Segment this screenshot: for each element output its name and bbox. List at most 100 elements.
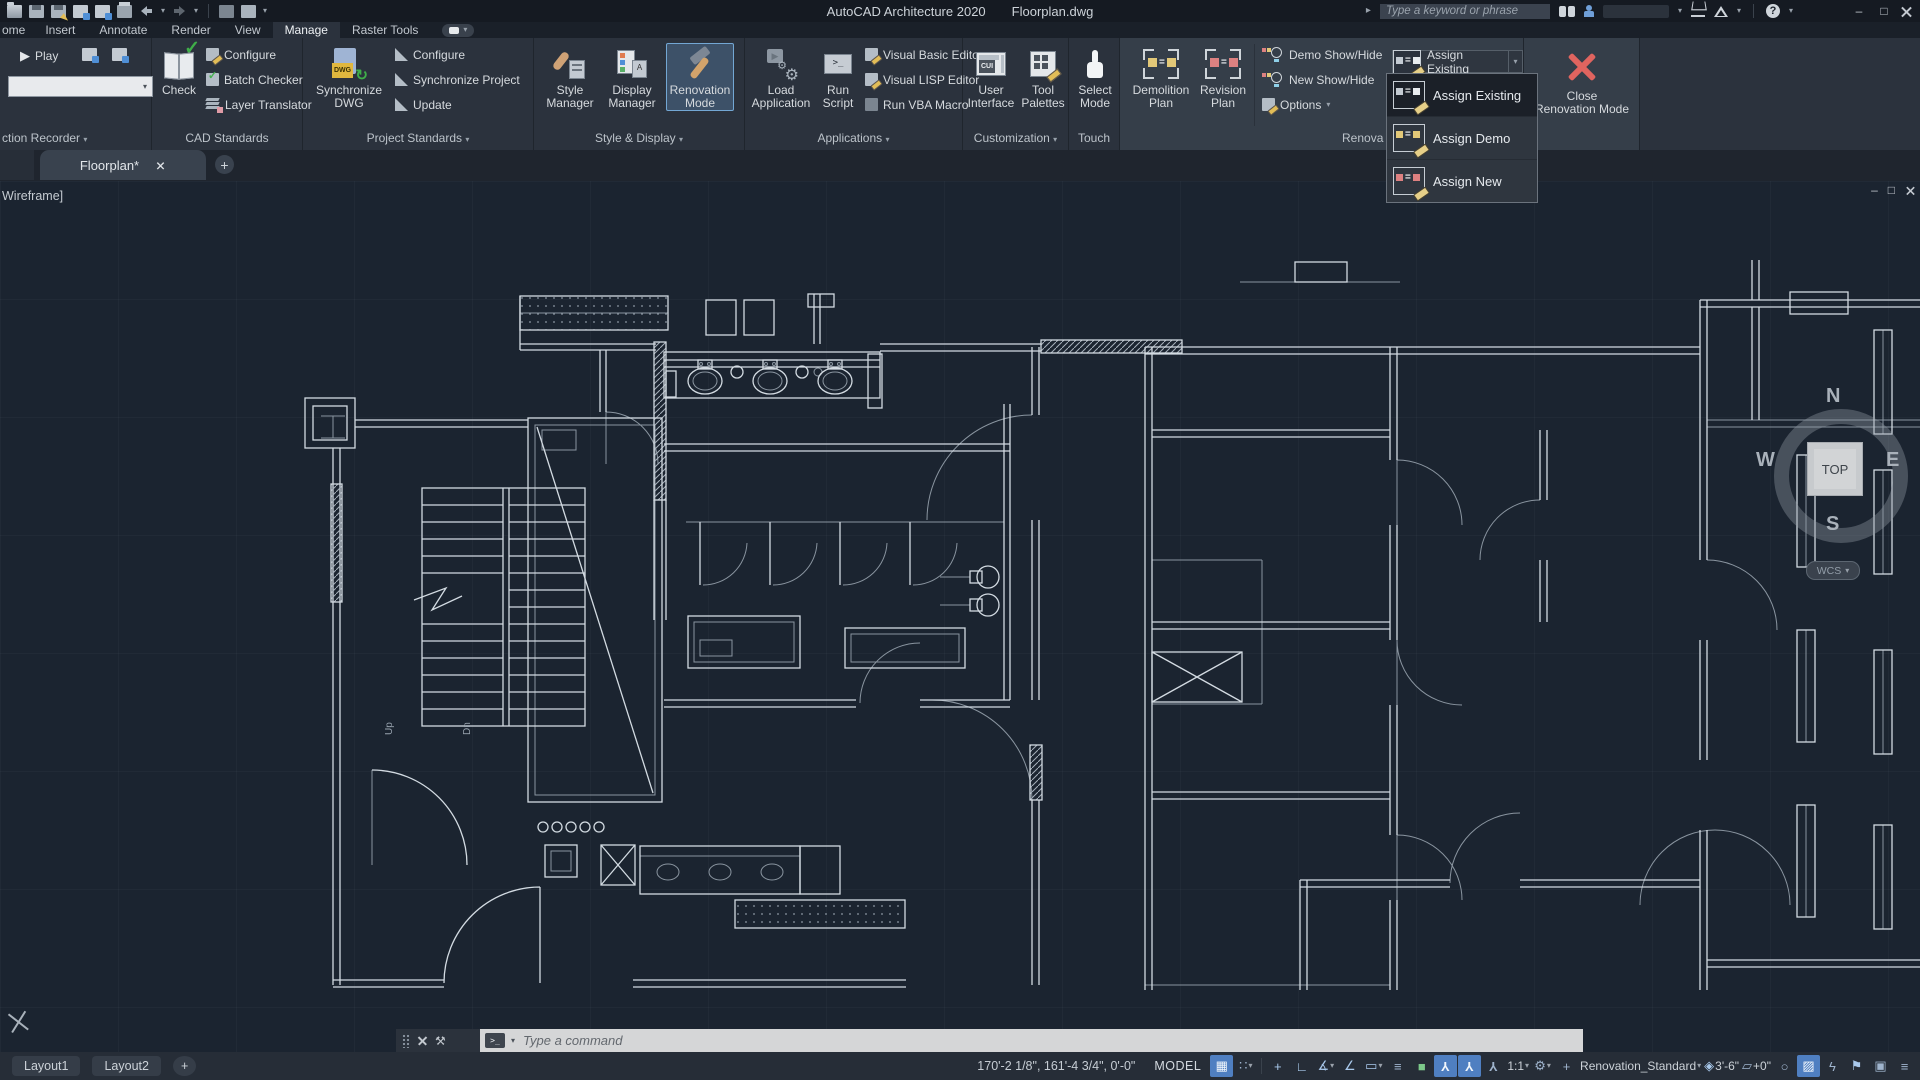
command-line-handle[interactable]: ⚒ [396, 1029, 480, 1052]
sign-in-icon[interactable] [1583, 5, 1594, 17]
snap-toggle[interactable]: ∷ ▾ [1234, 1055, 1257, 1077]
action-recorder-combobox[interactable]: ▾ [8, 76, 153, 97]
panel-label[interactable]: Style & Display ▾ [534, 131, 744, 145]
object-snap-3d-toggle[interactable]: Y [1458, 1055, 1482, 1077]
configure-standards-button[interactable]: Configure [206, 45, 276, 64]
workspace-icon[interactable] [219, 4, 235, 18]
close-command-line-icon[interactable] [418, 1036, 427, 1045]
drag-grip-icon[interactable] [402, 1033, 410, 1048]
synchronize-dwg-button[interactable]: DWG ↻ Synchronize DWG [309, 43, 389, 111]
recent-commands-icon[interactable]: ▾ [511, 1036, 515, 1045]
account-dropdown-icon[interactable]: ▾ [1678, 7, 1682, 15]
tab-raster-tools[interactable]: Raster Tools [340, 22, 430, 38]
tool-palettes-button[interactable]: Tool Palettes [1017, 43, 1069, 111]
play-button[interactable]: ▶ Play [20, 46, 58, 65]
graphics-performance-button[interactable]: ϟ [1821, 1055, 1844, 1077]
batch-checker-button[interactable]: Batch Checker [206, 69, 303, 89]
annotation-scale-button[interactable]: 1:1 ▾ [1506, 1055, 1530, 1077]
ortho-toggle[interactable]: ∟ [1290, 1055, 1313, 1077]
close-renovation-mode-button[interactable]: Close Renovation Mode [1528, 43, 1636, 117]
autodesk-app-icon[interactable] [1713, 5, 1728, 17]
menu-item-assign-existing[interactable]: = Assign Existing [1387, 74, 1537, 117]
restore-button[interactable]: □ [1876, 4, 1892, 18]
record-icon[interactable] [82, 48, 99, 63]
renovation-mode-button[interactable]: Renovation Mode [666, 43, 734, 111]
drawing-tab-floorplan[interactable]: Floorplan* [40, 150, 206, 180]
panel-label[interactable]: CAD Standards [152, 131, 302, 145]
export-icon[interactable] [73, 4, 90, 20]
search-input[interactable] [1379, 3, 1550, 19]
open-icon[interactable] [7, 1, 22, 18]
run-script-button[interactable]: >_ Run Script [815, 43, 861, 111]
tab-insert[interactable]: Insert [33, 22, 87, 38]
run-vba-macro-button[interactable]: Run VBA Macro [865, 95, 968, 114]
hatch-background-toggle[interactable]: ▨ [1797, 1055, 1820, 1077]
synchronize-project-button[interactable]: Synchronize Project [395, 70, 520, 89]
layer-translator-button[interactable]: Layer Translator [205, 95, 312, 114]
sync-status-button[interactable]: ⚑ [1845, 1055, 1868, 1077]
menu-item-assign-new[interactable]: = Assign New [1387, 160, 1537, 202]
command-input[interactable] [521, 1032, 1583, 1049]
viewcube-east[interactable]: E [1886, 449, 1899, 472]
select-mode-button[interactable]: Select Mode [1071, 43, 1119, 111]
revision-plan-button[interactable]: = Revision Plan [1194, 43, 1252, 111]
elevation-button[interactable]: ▱ +0" [1741, 1055, 1772, 1077]
panel-label[interactable]: Touch [1069, 131, 1119, 145]
ribbon-overflow-button[interactable]: ▾ [442, 23, 475, 37]
transparency-toggle[interactable]: ■ [1410, 1055, 1433, 1077]
viewcube[interactable]: N W E S TOP WCS ▾ [1756, 385, 1918, 591]
annotation-visibility-toggle[interactable]: Y [1482, 1055, 1505, 1077]
tab-manage[interactable]: Manage [272, 22, 340, 38]
status-bar-menu-button[interactable]: ≡ [1893, 1055, 1916, 1077]
viewcube-north[interactable]: N [1826, 385, 1840, 408]
display-manager-button[interactable]: A Display Manager [602, 43, 662, 111]
help-dropdown-icon[interactable]: ▾ [1789, 7, 1793, 15]
panel-label[interactable]: ction Recorder ▾ [0, 131, 153, 145]
undo-icon[interactable] [139, 5, 154, 17]
floorplan-drawing[interactable]: Up Dn [0, 181, 1920, 1052]
tab-home[interactable]: ome [0, 22, 33, 38]
redo-icon[interactable] [172, 5, 187, 17]
customize-wrench-icon[interactable]: ⚒ [435, 1034, 446, 1048]
options-button[interactable]: Options ▾ [1262, 95, 1330, 114]
workspace-switching-button[interactable]: ⚙ ▾ [1531, 1055, 1554, 1077]
search-expand-icon[interactable]: ▸ [1366, 6, 1371, 16]
panel-label[interactable]: Project Standards ▾ [303, 131, 533, 145]
isolate-objects-button[interactable]: ○ [1773, 1055, 1796, 1077]
lineweight-toggle[interactable]: ≡ [1386, 1055, 1409, 1077]
drawing-canvas[interactable]: Wireframe] – □ Up Dn N W E S TOP WCS ▾ [0, 181, 1920, 1052]
user-interface-button[interactable]: CUI User Interface [965, 43, 1017, 111]
polar-tracking-toggle[interactable]: ∡ ▾ [1314, 1055, 1337, 1077]
redo-dropdown-icon[interactable]: ▾ [194, 7, 198, 15]
close-tab-icon[interactable] [157, 161, 165, 169]
layout-tab-layout2[interactable]: Layout2 [92, 1056, 161, 1076]
dynamic-input-toggle[interactable]: + [1266, 1055, 1289, 1077]
osnap-tracking-toggle[interactable]: ▭ ▾ [1362, 1055, 1385, 1077]
grid-toggle[interactable]: ▦ [1210, 1055, 1234, 1077]
undo-dropdown-icon[interactable]: ▾ [161, 7, 165, 15]
new-layout-button[interactable]: + [172, 1056, 197, 1076]
tab-render[interactable]: Render [159, 22, 222, 38]
new-drawing-tab-button[interactable]: + [215, 155, 234, 174]
tab-annotate[interactable]: Annotate [87, 22, 159, 38]
plot-icon[interactable] [117, 1, 132, 18]
qat-dropdown-icon[interactable]: ▾ [263, 7, 267, 15]
search-icon[interactable] [1558, 5, 1575, 17]
assign-existing-split-button[interactable]: = Assign Existing ▾ [1392, 48, 1523, 76]
transfer-icon[interactable] [95, 4, 112, 20]
workspace-name-button[interactable]: Renovation_Standard ▾ [1579, 1055, 1702, 1077]
panel-label[interactable]: Customization ▾ [963, 131, 1068, 145]
viewcube-top-face[interactable]: TOP [1807, 442, 1863, 496]
check-button[interactable]: ✓ Check [156, 39, 202, 98]
help-icon[interactable]: ? [1765, 4, 1780, 18]
command-prompt-icon[interactable]: >_ [485, 1033, 505, 1048]
properties-icon[interactable] [241, 4, 257, 18]
save-as-icon[interactable] [51, 4, 66, 18]
model-space-button[interactable]: MODEL [1146, 1059, 1209, 1073]
update-button[interactable]: Update [395, 95, 452, 114]
customize-status-button[interactable]: + [1555, 1055, 1578, 1077]
command-input-area[interactable]: >_ ▾ [480, 1029, 1583, 1052]
tab-view[interactable]: View [223, 22, 273, 38]
save-icon[interactable] [29, 4, 44, 18]
viewcube-west[interactable]: W [1756, 449, 1775, 472]
